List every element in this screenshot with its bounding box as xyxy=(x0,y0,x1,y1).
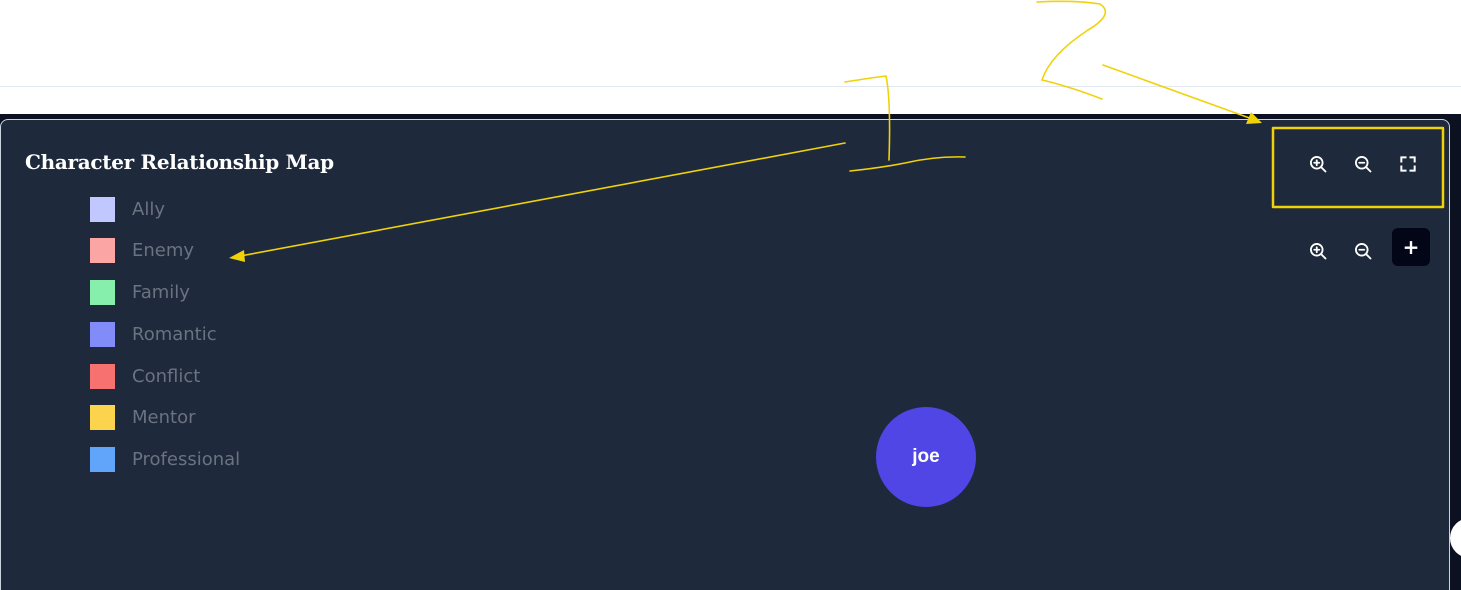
annotation-arrow-toolbar xyxy=(1102,64,1256,121)
legend-swatch xyxy=(90,196,115,222)
zoom-out-icon xyxy=(1355,243,1372,260)
legend-item-romantic: Romantic xyxy=(90,321,240,347)
header-divider xyxy=(0,86,1461,87)
relationship-legend: Ally Enemy Family Romantic Conflict Mentor Pro… xyxy=(90,196,240,489)
graph-zoom-in-button[interactable] xyxy=(1300,233,1336,269)
zoom-out-button[interactable] xyxy=(1345,146,1381,182)
legend-item-conflict: Conflict xyxy=(90,363,240,389)
plus-icon: + xyxy=(1402,235,1420,259)
character-node-label: joe xyxy=(912,446,940,467)
legend-swatch xyxy=(90,405,115,431)
annotation-digit-two xyxy=(1036,0,1107,100)
legend-item-family: Family xyxy=(90,280,240,306)
legend-label: Professional xyxy=(132,449,241,471)
legend-swatch xyxy=(90,238,115,264)
legend-label: Enemy xyxy=(132,240,195,262)
panel-title: Character Relationship Map xyxy=(25,150,334,174)
legend-swatch xyxy=(90,321,115,347)
legend-swatch xyxy=(90,447,115,473)
legend-item-mentor: Mentor xyxy=(90,405,240,431)
add-node-button[interactable]: + xyxy=(1392,228,1430,266)
zoom-in-button[interactable] xyxy=(1300,146,1336,182)
legend-swatch xyxy=(90,280,115,306)
zoom-in-icon xyxy=(1310,243,1327,260)
character-node[interactable]: joe xyxy=(876,407,976,507)
legend-swatch xyxy=(90,363,115,389)
screen: Character Relationship Map + Ally Enemy Fa… xyxy=(0,0,1461,590)
zoom-out-icon xyxy=(1355,156,1372,173)
zoom-in-icon xyxy=(1310,156,1327,173)
legend-label: Ally xyxy=(132,198,165,220)
graph-zoom-out-button[interactable] xyxy=(1345,233,1381,269)
legend-label: Mentor xyxy=(132,407,196,429)
legend-item-professional: Professional xyxy=(90,447,240,473)
fullscreen-button[interactable] xyxy=(1390,146,1426,182)
fullscreen-icon xyxy=(1400,156,1416,172)
legend-label: Conflict xyxy=(132,365,201,387)
legend-item-enemy: Enemy xyxy=(90,238,240,264)
legend-item-ally: Ally xyxy=(90,196,240,222)
legend-label: Family xyxy=(132,282,190,304)
legend-label: Romantic xyxy=(132,323,217,345)
